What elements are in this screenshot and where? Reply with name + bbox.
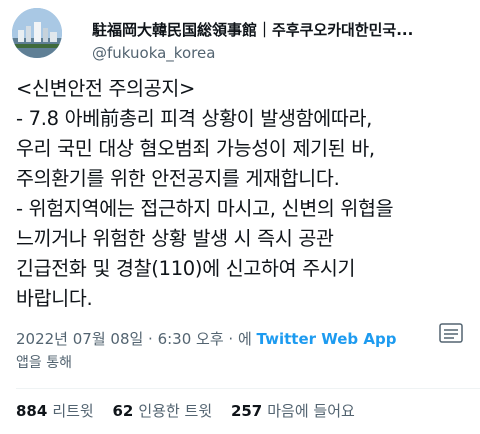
retweets-stat[interactable]: 884 리트윗 [16, 402, 94, 420]
engagement-stats: 884 리트윗 62 인용한 트윗 257 마음에 들어요 [16, 400, 369, 421]
tweet-line: - 7.8 아베前총리 피격 상황이 발생함에따라, [16, 107, 373, 130]
tweet-line: 우리 국민 대상 혐오범죄 가능성이 제기된 바, [16, 137, 375, 160]
tweet-line: 느끼거나 위험한 상황 발생 시 즉시 공관 [16, 227, 334, 250]
avatar-image [12, 8, 62, 58]
tweet-line: - 위험지역에는 접근하지 마시고, 신변의 위협을 [16, 197, 394, 220]
likes-stat[interactable]: 257 마음에 들어요 [231, 402, 355, 420]
quotes-stat[interactable]: 62 인용한 트윗 [113, 402, 213, 420]
avatar[interactable] [12, 8, 62, 58]
likes-count: 257 [230, 402, 263, 420]
retweets-count: 884 [16, 402, 48, 420]
likes-label: 마음에 들어요 [267, 402, 355, 420]
tweet-line: <신변안전 주의공지> [16, 77, 196, 100]
source-link[interactable]: Twitter Web App [257, 330, 397, 348]
via-label: 앱을 통해 [16, 355, 72, 371]
tweet-line: 바랍니다. [16, 287, 93, 310]
tweet-line: 주의환기를 위한 안전공지를 게재합니다. [16, 167, 340, 190]
analytics-icon[interactable] [436, 318, 466, 348]
timestamp[interactable]: 2022년 07월 08일 · 6:30 오후 · 에 [16, 330, 252, 348]
tweet-text: <신변안전 주의공지> - 7.8 아베前총리 피격 상황이 발생함에따라, 우… [16, 74, 474, 314]
tweet-line: 긴급전화 및 경찰(110)에 신고하여 주시기 [16, 257, 356, 280]
tweet-meta: 2022년 07월 08일 · 6:30 오후 · 에 Twitter Web … [16, 328, 396, 349]
divider [16, 388, 480, 389]
display-name[interactable]: 駐福岡大韓民国総領事館｜주후쿠오카대한민국... [92, 19, 438, 40]
quotes-label: 인용한 트윗 [138, 402, 213, 420]
quotes-count: 62 [112, 402, 134, 420]
user-handle[interactable]: @fukuoka_korea [92, 44, 215, 62]
retweets-label: 리트윗 [52, 402, 94, 420]
